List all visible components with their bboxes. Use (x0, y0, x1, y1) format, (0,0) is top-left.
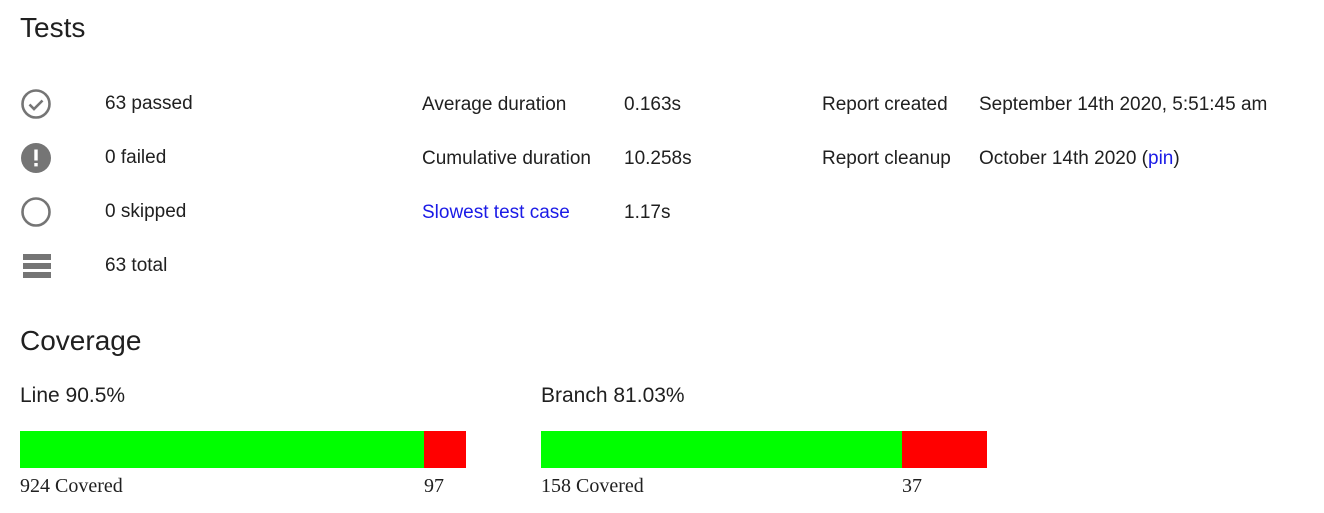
close-paren: ) (1173, 148, 1180, 169)
stat-passed: 63 passed (20, 89, 320, 119)
list-icon (20, 251, 58, 281)
line-covered-label: 924 Covered (20, 475, 123, 497)
line-coverage-bar (20, 431, 466, 468)
branch-coverage-title: Branch 81.03% (541, 384, 685, 407)
branch-covered-segment (541, 431, 902, 468)
average-duration-label: Average duration (422, 94, 567, 115)
coverage-heading: Coverage (20, 325, 142, 356)
stat-total: 63 total (20, 251, 320, 281)
slowest-test-case-value: 1.17s (624, 202, 671, 223)
empty-circle-icon (20, 197, 58, 227)
line-covered-segment (20, 431, 424, 468)
pin-link[interactable]: pin (1148, 148, 1173, 169)
cumulative-duration-value: 10.258s (624, 148, 692, 169)
cumulative-duration-label: Cumulative duration (422, 148, 591, 169)
report-created-label: Report created (822, 94, 948, 115)
report-cleanup-date: October 14th 2020 (979, 148, 1137, 169)
failed-count: 0 failed (105, 147, 167, 168)
check-circle-icon (20, 89, 58, 119)
slowest-test-case-link[interactable]: Slowest test case (422, 198, 570, 228)
passed-count: 63 passed (105, 93, 193, 114)
line-missed-label: 97 (424, 475, 444, 497)
stat-skipped: 0 skipped (20, 197, 320, 227)
branch-missed-segment (902, 431, 987, 468)
total-count: 63 total (105, 255, 168, 276)
branch-covered-label: 158 Covered (541, 475, 644, 497)
line-missed-segment (424, 431, 466, 468)
line-coverage-title: Line 90.5% (20, 384, 126, 407)
alert-circle-icon (20, 143, 58, 173)
report-cleanup-value: October 14th 2020 (pin) (979, 144, 1180, 174)
skipped-count: 0 skipped (105, 201, 187, 222)
tests-heading: Tests (20, 12, 86, 43)
branch-missed-label: 37 (902, 475, 922, 497)
branch-coverage-bar (541, 431, 987, 468)
report-created-value: September 14th 2020, 5:51:45 am (979, 94, 1268, 115)
average-duration-value: 0.163s (624, 94, 682, 115)
report-cleanup-label: Report cleanup (822, 148, 951, 169)
open-paren: ( (1136, 148, 1148, 169)
stat-failed: 0 failed (20, 143, 320, 173)
